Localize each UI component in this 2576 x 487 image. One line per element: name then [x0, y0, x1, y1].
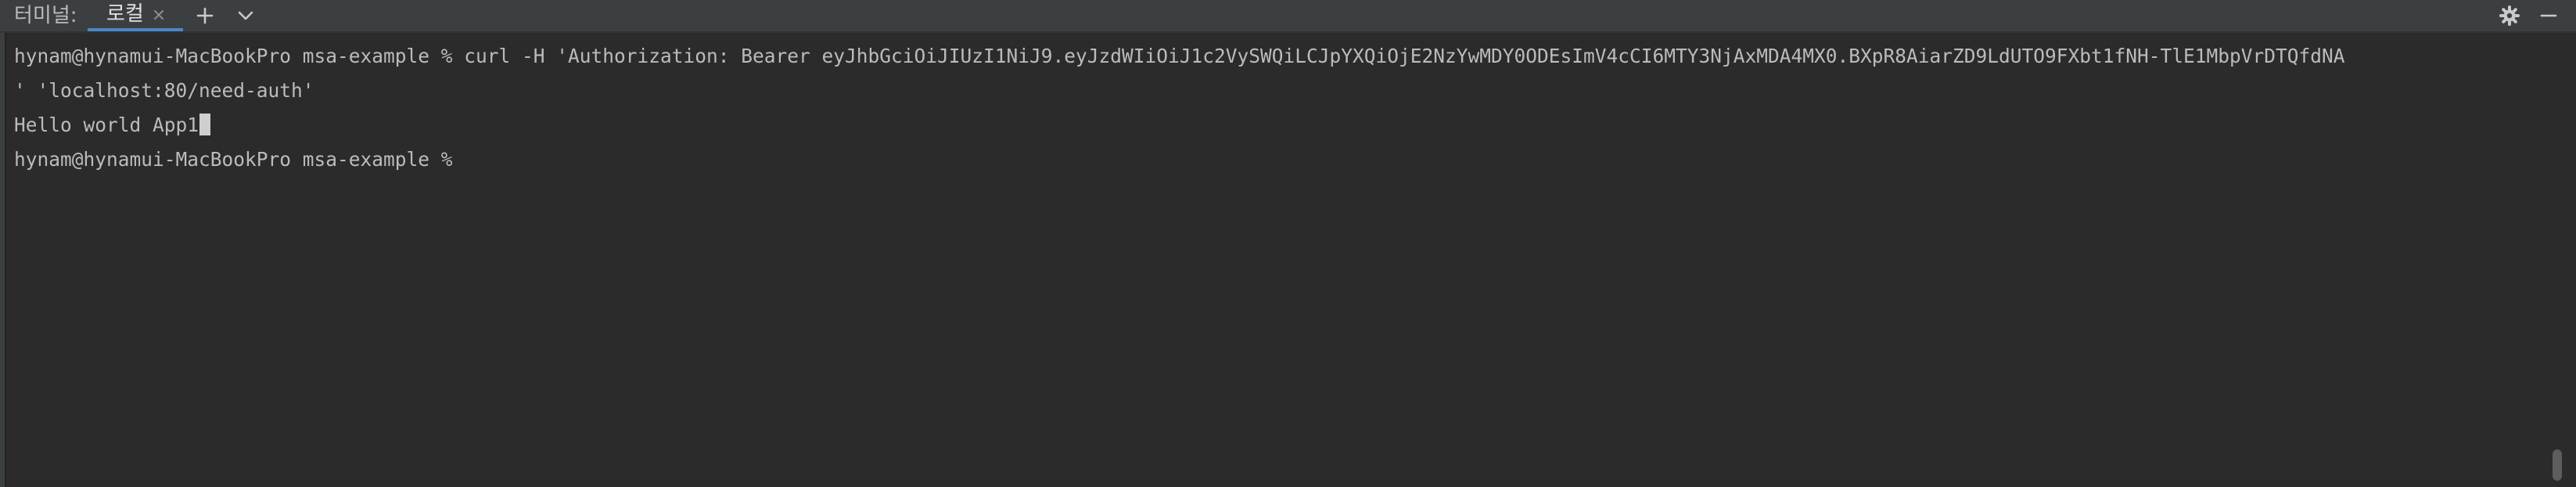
- minimize-icon[interactable]: [2535, 2, 2563, 30]
- left-window-edge: [0, 0, 6, 487]
- terminal-line-command: hynam@hynamui-MacBookPro msa-example % c…: [14, 45, 2345, 67]
- vertical-scrollbar[interactable]: [2549, 34, 2576, 487]
- scrollbar-thumb[interactable]: [2553, 449, 2562, 481]
- terminal-output[interactable]: hynam@hynamui-MacBookPro msa-example % c…: [14, 39, 2549, 177]
- chevron-down-icon[interactable]: [232, 2, 260, 30]
- tab-local[interactable]: 로컬: [88, 0, 183, 31]
- text-cursor: [199, 114, 211, 135]
- terminal-tab-bar: 터미널: 로컬: [0, 0, 2576, 33]
- active-tab-indicator: [88, 28, 183, 31]
- gear-icon[interactable]: [2495, 2, 2524, 30]
- terminal-line-command-continuation: ' 'localhost:80/need-auth': [14, 79, 314, 102]
- response-text: Hello world App1: [14, 114, 199, 136]
- plus-icon[interactable]: [191, 2, 219, 30]
- close-icon[interactable]: [149, 5, 169, 25]
- terminal-line-prompt: hynam@hynamui-MacBookPro msa-example %: [14, 148, 465, 171]
- tab-label: 로컬: [106, 2, 144, 26]
- terminal-line-response: Hello world App1: [14, 108, 2549, 142]
- tool-window-title: 터미널:: [14, 4, 77, 27]
